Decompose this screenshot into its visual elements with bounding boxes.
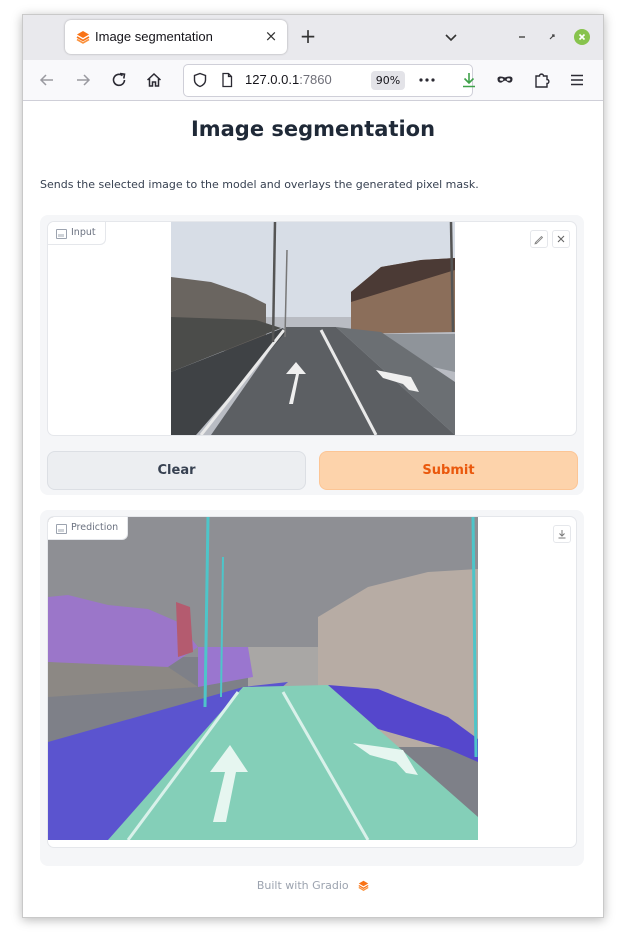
page-content: Image segmentation Sends the selected im…	[23, 101, 603, 917]
input-label-text: Input	[71, 227, 96, 238]
input-label: Input	[48, 222, 106, 245]
tab-bar: Image segmentation × +	[23, 15, 603, 60]
hamburger-menu-icon[interactable]	[568, 71, 586, 89]
tab-title: Image segmentation	[95, 29, 213, 44]
download-result-icon[interactable]	[553, 525, 571, 543]
image-icon	[56, 229, 67, 239]
more-dots-icon[interactable]	[418, 72, 436, 88]
reload-icon[interactable]	[110, 71, 128, 89]
close-icon[interactable]	[552, 230, 570, 248]
footer: Built with Gradio	[23, 879, 603, 892]
prediction-label: Prediction	[48, 517, 129, 540]
zoom-level[interactable]: 90%	[371, 71, 405, 90]
shield-icon[interactable]	[192, 72, 208, 88]
home-icon[interactable]	[145, 71, 163, 89]
url-port: :7860	[299, 72, 332, 87]
arrow-right-icon[interactable]	[74, 71, 92, 89]
submit-button[interactable]: Submit	[319, 451, 578, 490]
page-title: Image segmentation	[190, 117, 436, 141]
page-description: Sends the selected image to the model an…	[40, 178, 479, 191]
page-icon[interactable]	[219, 72, 235, 88]
mask-icon[interactable]	[496, 71, 514, 89]
tab-image-segmentation[interactable]: Image segmentation ×	[65, 20, 287, 54]
prediction-mask-image	[48, 517, 478, 840]
minimize-icon[interactable]	[514, 29, 530, 45]
puzzle-icon[interactable]	[533, 71, 551, 89]
window-close-icon[interactable]	[574, 29, 590, 45]
clear-button[interactable]: Clear	[47, 451, 306, 490]
url-text: 127.0.0.1:7860	[245, 72, 332, 87]
image-icon	[56, 524, 67, 534]
download-icon[interactable]	[460, 71, 478, 89]
input-street-image	[171, 222, 455, 435]
browser-window: Image segmentation × + 127.0.0.1:7860 90…	[22, 14, 604, 918]
input-image-block[interactable]: Input	[47, 221, 577, 436]
gradio-logo-icon	[358, 880, 369, 891]
navigation-bar: 127.0.0.1:7860 90%	[23, 60, 603, 101]
new-tab-button[interactable]: +	[297, 25, 319, 47]
url-host: 127.0.0.1	[245, 72, 300, 87]
pencil-icon[interactable]	[530, 230, 548, 248]
chevron-down-icon[interactable]	[443, 29, 459, 45]
restore-icon[interactable]	[544, 29, 560, 45]
prediction-panel: Prediction	[40, 510, 584, 866]
prediction-image-block: Prediction	[47, 516, 577, 848]
input-panel: Input Clear Submit	[40, 215, 584, 495]
prediction-label-text: Prediction	[71, 522, 119, 533]
footer-text[interactable]: Built with Gradio	[257, 879, 349, 892]
arrow-left-icon[interactable]	[38, 71, 56, 89]
url-bar[interactable]: 127.0.0.1:7860 90%	[183, 64, 473, 97]
gradio-logo-icon	[76, 31, 90, 44]
tab-close-icon[interactable]: ×	[263, 28, 279, 44]
